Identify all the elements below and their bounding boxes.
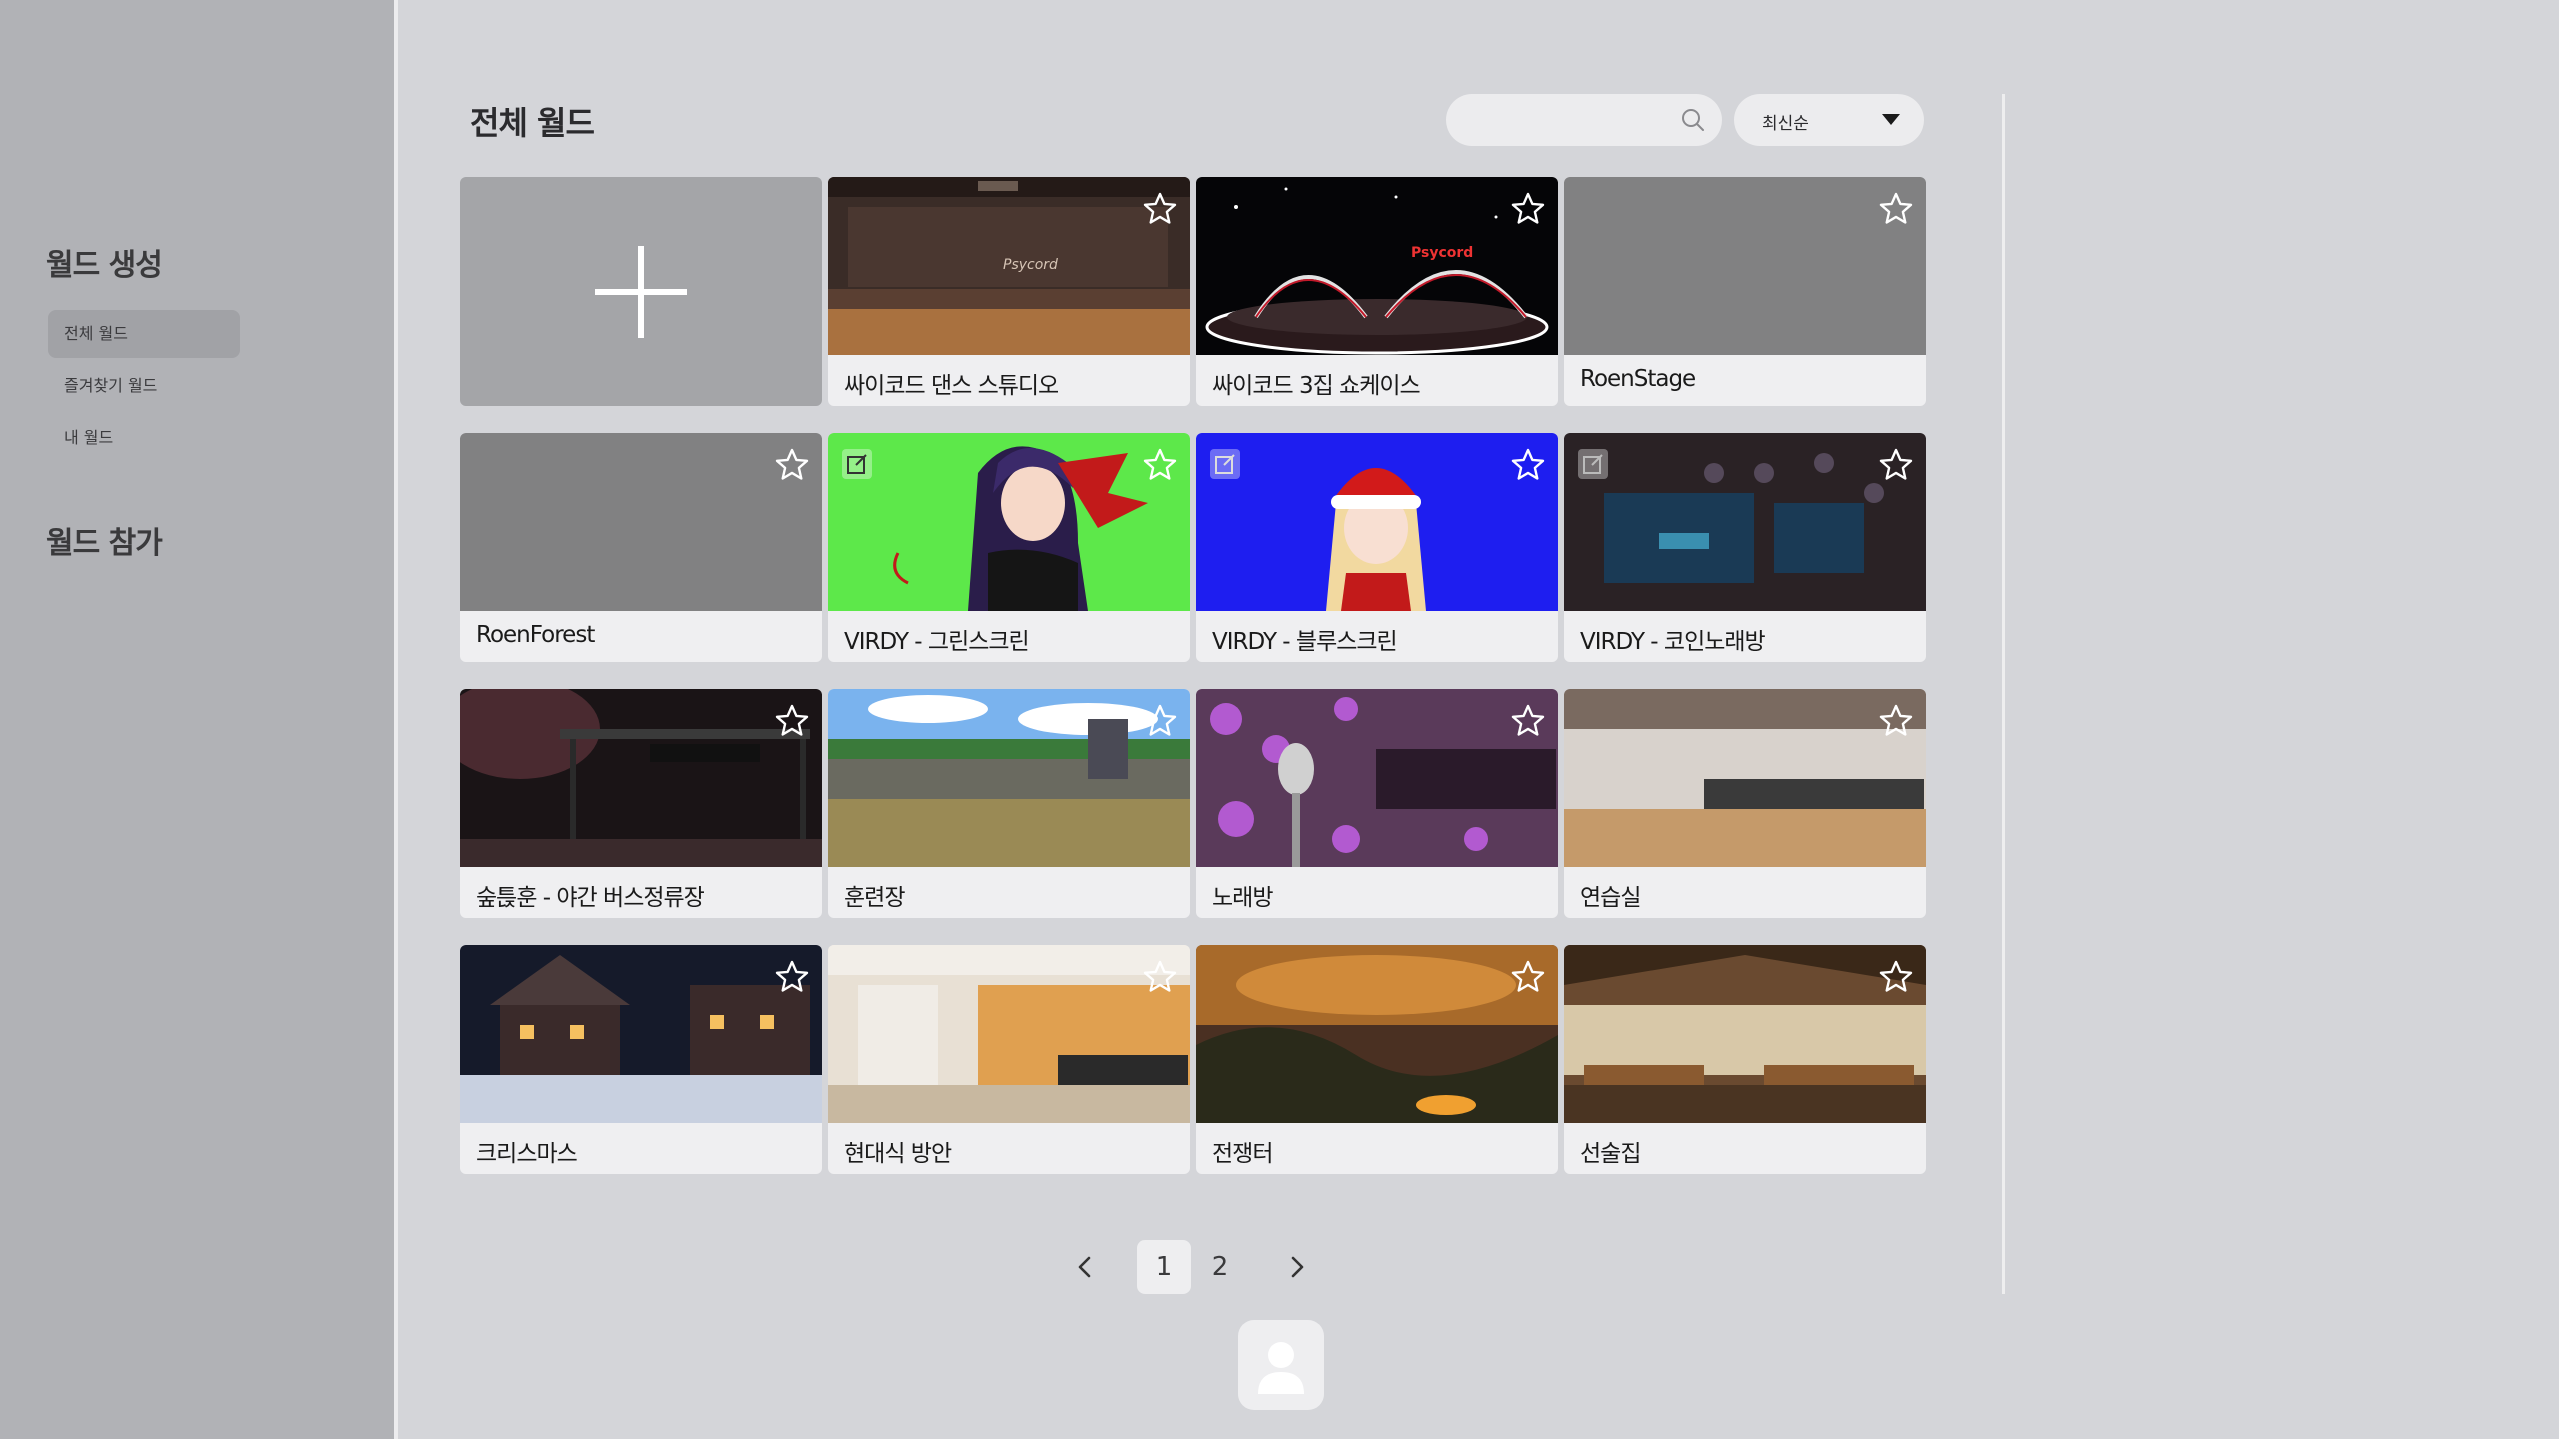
star-icon[interactable] bbox=[1510, 191, 1546, 227]
search-icon[interactable] bbox=[1680, 107, 1706, 133]
search-box[interactable] bbox=[1446, 94, 1722, 146]
world-card-title: 숲튽훈 - 야간 버스정류장 bbox=[476, 885, 705, 911]
search-input[interactable] bbox=[1466, 102, 1666, 138]
world-card-title: 크리스마스 bbox=[476, 1141, 578, 1167]
world-card-title: 훈련장 bbox=[844, 885, 905, 911]
world-thumbnail bbox=[1196, 945, 1558, 1123]
world-thumbnail bbox=[460, 689, 822, 867]
world-grid: Psycord 싸이코드 댄스 스튜디오 Psycord 싸이코드 3집 쇼케이… bbox=[460, 177, 1926, 1174]
world-card[interactable]: Psycord 싸이코드 댄스 스튜디오 bbox=[828, 177, 1190, 406]
star-icon[interactable] bbox=[1878, 703, 1914, 739]
world-card-title: 선술집 bbox=[1580, 1141, 1641, 1167]
world-card[interactable]: 선술집 bbox=[1564, 945, 1926, 1174]
star-icon[interactable] bbox=[1510, 959, 1546, 995]
world-card[interactable]: VIRDY - 그린스크린 bbox=[828, 433, 1190, 662]
world-thumbnail bbox=[828, 945, 1190, 1123]
world-thumbnail bbox=[1196, 433, 1558, 611]
world-card-title: 싸이코드 댄스 스튜디오 bbox=[844, 373, 1059, 399]
world-card-title: VIRDY - 블루스크린 bbox=[1212, 629, 1398, 655]
star-icon[interactable] bbox=[1142, 703, 1178, 739]
chevron-right-icon[interactable] bbox=[1282, 1252, 1312, 1282]
world-card[interactable]: 현대식 방안 bbox=[828, 945, 1190, 1174]
world-thumbnail: Psycord bbox=[828, 177, 1190, 355]
world-card-title: 연습실 bbox=[1580, 885, 1641, 911]
user-icon bbox=[1258, 1342, 1304, 1394]
world-thumbnail bbox=[1564, 689, 1926, 867]
pagination: 1 2 bbox=[402, 1240, 2002, 1294]
world-thumbnail bbox=[1196, 689, 1558, 867]
world-thumbnail bbox=[828, 689, 1190, 867]
world-card-title: RoenStage bbox=[1580, 366, 1696, 392]
world-thumbnail bbox=[460, 945, 822, 1123]
edit-icon[interactable] bbox=[1578, 449, 1608, 479]
chevron-down-icon bbox=[1882, 114, 1900, 125]
world-card-title: VIRDY - 코인노래방 bbox=[1580, 629, 1766, 655]
star-icon[interactable] bbox=[1878, 959, 1914, 995]
svg-text:Psycord: Psycord bbox=[1411, 245, 1473, 261]
edit-icon[interactable] bbox=[1210, 449, 1240, 479]
star-icon[interactable] bbox=[1878, 447, 1914, 483]
world-card[interactable]: 훈련장 bbox=[828, 689, 1190, 918]
page-2-button[interactable]: 2 bbox=[1193, 1240, 1247, 1294]
plus-icon bbox=[595, 246, 687, 338]
sidebar: 월드 생성 전체 월드 즐겨찾기 월드 내 월드 월드 참가 bbox=[0, 0, 398, 1439]
world-thumbnail: Psycord bbox=[1196, 177, 1558, 355]
world-card[interactable]: 숲튽훈 - 야간 버스정류장 bbox=[460, 689, 822, 918]
page-1-button[interactable]: 1 bbox=[1137, 1240, 1191, 1294]
world-card[interactable]: 전쟁터 bbox=[1196, 945, 1558, 1174]
world-card-title: RoenForest bbox=[476, 622, 595, 648]
divider bbox=[2002, 94, 2005, 1294]
star-icon[interactable] bbox=[1510, 447, 1546, 483]
world-card[interactable]: VIRDY - 블루스크린 bbox=[1196, 433, 1558, 662]
world-card[interactable]: RoenStage bbox=[1564, 177, 1926, 406]
profile-button[interactable] bbox=[1238, 1320, 1324, 1410]
world-thumbnail bbox=[1564, 433, 1926, 611]
star-icon[interactable] bbox=[774, 703, 810, 739]
world-thumbnail bbox=[828, 433, 1190, 611]
join-world-heading[interactable]: 월드 참가 bbox=[46, 518, 163, 562]
world-thumbnail bbox=[1564, 177, 1926, 355]
world-card-title: 노래방 bbox=[1212, 885, 1273, 911]
world-card-title: 전쟁터 bbox=[1212, 1141, 1273, 1167]
edit-icon[interactable] bbox=[842, 449, 872, 479]
star-icon[interactable] bbox=[1142, 959, 1178, 995]
add-world-card[interactable] bbox=[460, 177, 822, 406]
star-icon[interactable] bbox=[1878, 191, 1914, 227]
star-icon[interactable] bbox=[774, 959, 810, 995]
sidebar-item-favorite-worlds[interactable]: 즐겨찾기 월드 bbox=[48, 362, 240, 410]
world-thumbnail bbox=[1564, 945, 1926, 1123]
world-card[interactable]: 노래방 bbox=[1196, 689, 1558, 918]
world-card[interactable]: Psycord 싸이코드 3집 쇼케이스 bbox=[1196, 177, 1558, 406]
star-icon[interactable] bbox=[1142, 447, 1178, 483]
sidebar-item-all-worlds[interactable]: 전체 월드 bbox=[48, 310, 240, 358]
world-card[interactable]: 크리스마스 bbox=[460, 945, 822, 1174]
world-card-title: 싸이코드 3집 쇼케이스 bbox=[1212, 373, 1421, 399]
world-card[interactable]: RoenForest bbox=[460, 433, 822, 662]
world-thumbnail bbox=[460, 433, 822, 611]
page-title: 전체 월드 bbox=[470, 104, 595, 142]
sort-selected-label: 최신순 bbox=[1762, 114, 1809, 134]
star-icon[interactable] bbox=[774, 447, 810, 483]
star-icon[interactable] bbox=[1142, 191, 1178, 227]
star-icon[interactable] bbox=[1510, 703, 1546, 739]
world-card[interactable]: VIRDY - 코인노래방 bbox=[1564, 433, 1926, 662]
sort-dropdown[interactable]: 최신순 bbox=[1734, 94, 1924, 146]
svg-text:Psycord: Psycord bbox=[1003, 257, 1058, 273]
sidebar-item-my-worlds[interactable]: 내 월드 bbox=[48, 414, 240, 462]
create-world-heading: 월드 생성 bbox=[46, 248, 163, 283]
world-card-title: 현대식 방안 bbox=[844, 1141, 952, 1167]
chevron-left-icon[interactable] bbox=[1070, 1252, 1100, 1282]
main-content: 전체 월드 최신순 Psycord 싸이코드 댄스 스튜디오 Psycord 싸… bbox=[402, 0, 2559, 1439]
world-card-title: VIRDY - 그린스크린 bbox=[844, 629, 1030, 655]
world-card[interactable]: 연습실 bbox=[1564, 689, 1926, 918]
